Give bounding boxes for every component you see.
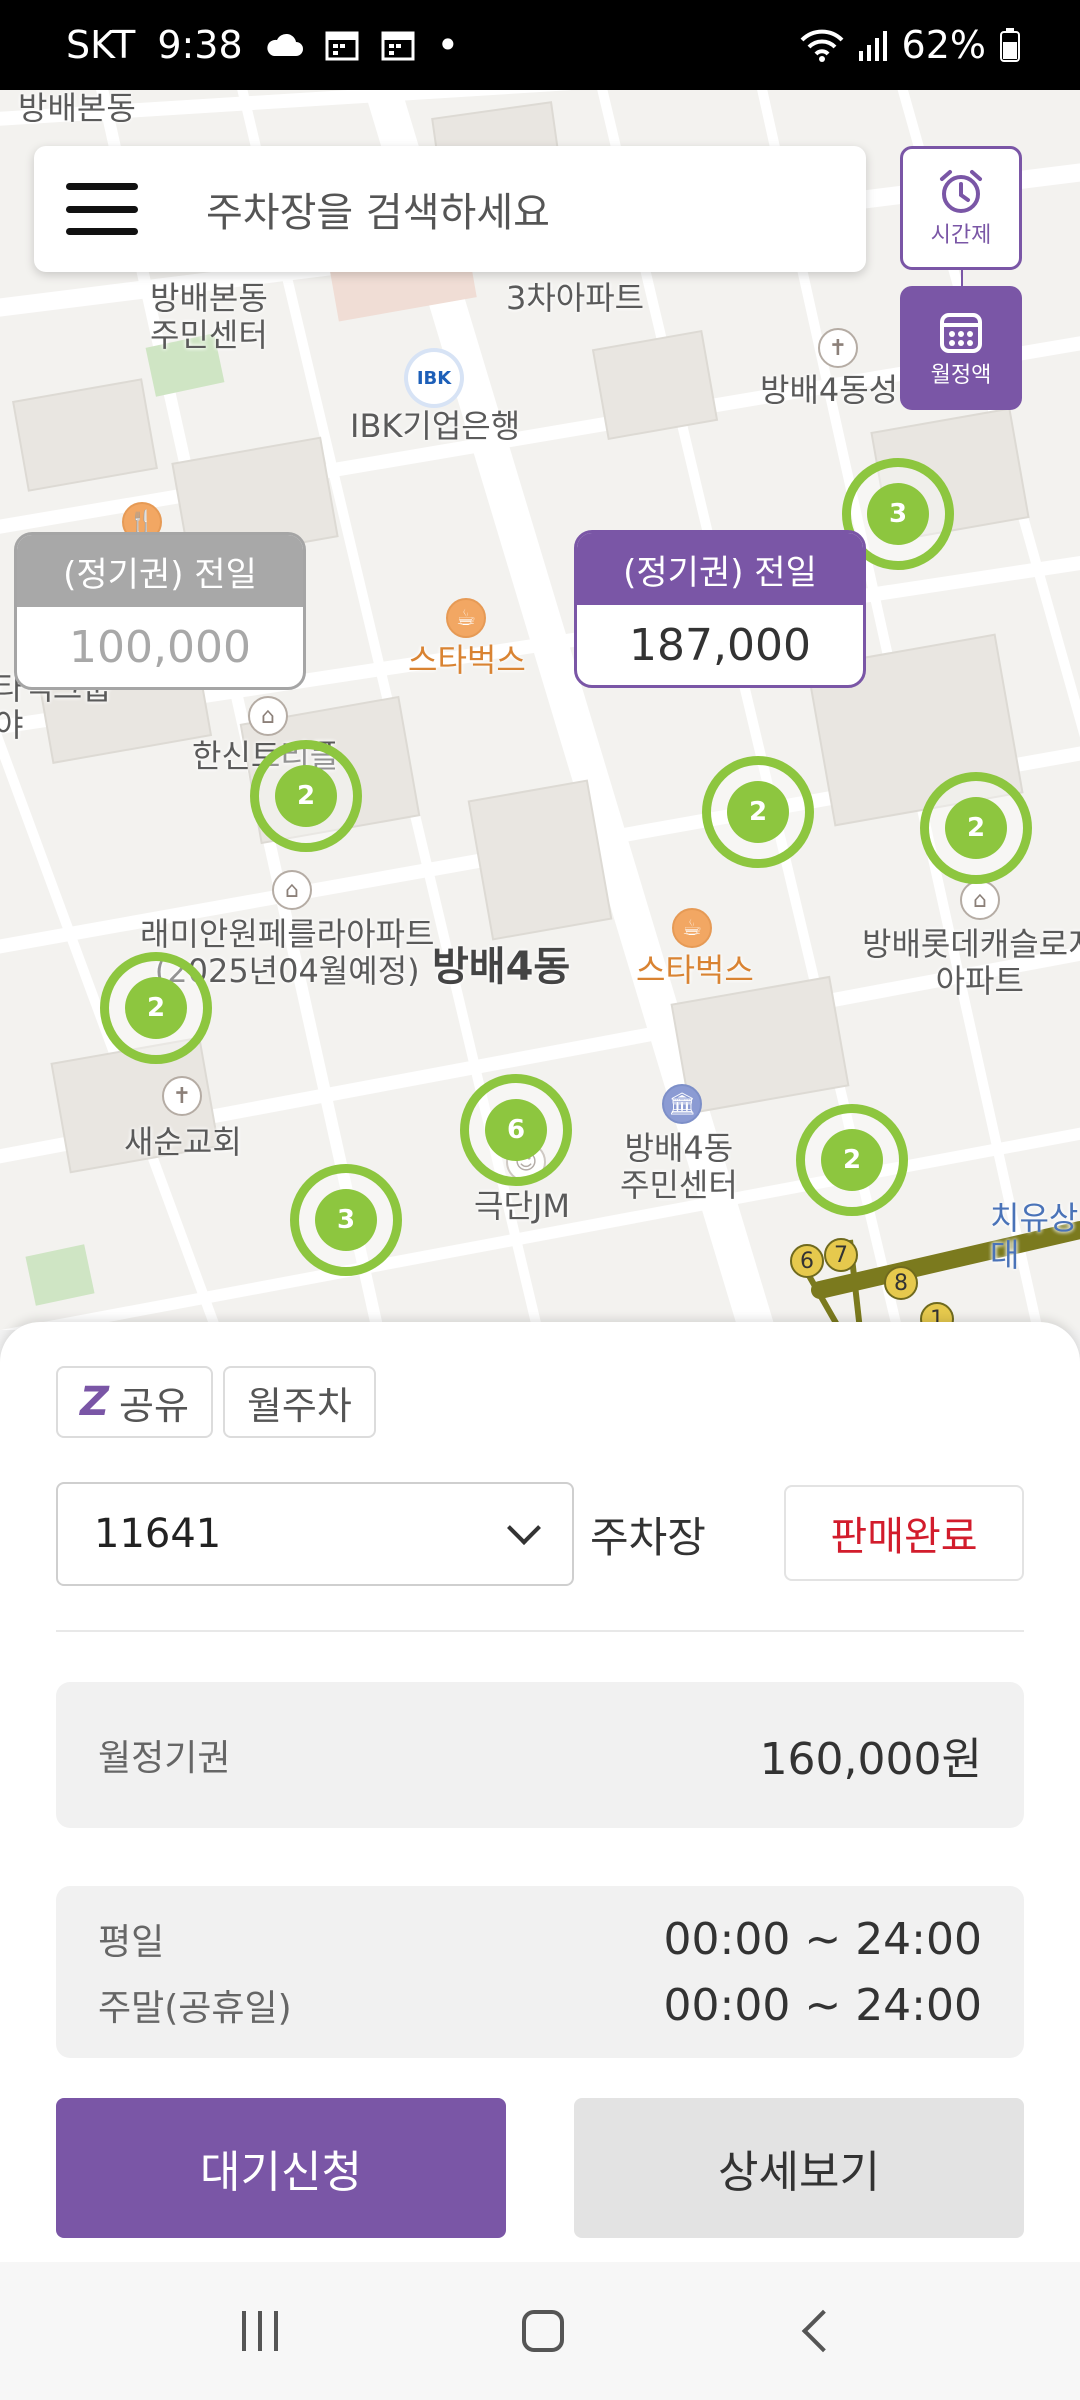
battery-icon xyxy=(1000,28,1020,62)
menu-icon[interactable] xyxy=(66,183,138,235)
signal-icon xyxy=(858,31,887,61)
map-label-lotte: 방배롯데캐슬로지 아파트 xyxy=(862,925,1080,1000)
map-label-ibk: IBK기업은행 xyxy=(350,407,521,445)
calendar-icon xyxy=(325,31,359,61)
price-marker[interactable]: (정기권) 전일 100,000 xyxy=(14,532,306,690)
weekday-label: 평일 xyxy=(98,1922,165,1963)
parking-cluster[interactable]: 2 xyxy=(920,772,1032,884)
parking-cluster[interactable]: 2 xyxy=(702,756,814,868)
map-label-chiyu: 치유상 대 xyxy=(990,1199,1079,1274)
monthly-pass-price: 160,000원 xyxy=(759,1734,982,1785)
monthly-parking-tag-label: 월주차 xyxy=(246,1383,352,1428)
chevron-down-icon xyxy=(507,1511,541,1545)
price-marker-title: (정기권) 전일 xyxy=(577,533,863,605)
price-marker-selected[interactable]: (정기권) 전일 187,000 xyxy=(574,530,866,688)
monthly-pass-info: 월정기권 160,000원 xyxy=(56,1682,1024,1828)
map-label-starbucks: 스타벅스 xyxy=(636,951,754,989)
map-label-saesun: 새순교회 xyxy=(124,1123,242,1161)
weekend-hours: 00:00 ~ 24:00 xyxy=(663,1979,982,2031)
lot-select[interactable]: 11641 xyxy=(56,1482,574,1586)
map-label-community-center-bottom: 방배4동 주민센터 xyxy=(620,1129,738,1204)
parking-cluster[interactable]: 2 xyxy=(100,952,212,1064)
monthly-pass-label: 월정기권 xyxy=(98,1738,231,1779)
battery-percent: 62% xyxy=(901,23,986,67)
search-bar[interactable]: 주차장을 검색하세요 xyxy=(34,146,866,272)
calendar-icon xyxy=(381,31,415,61)
parking-cluster[interactable]: 2 xyxy=(796,1104,908,1216)
cluster-count: 6 xyxy=(485,1099,547,1161)
map-label-bangbae4: 방배4동 xyxy=(432,944,571,990)
alarm-clock-icon xyxy=(940,170,982,213)
cluster-count: 2 xyxy=(125,977,187,1039)
apartment-icon: ⌂ xyxy=(960,880,1000,920)
monthly-parking-tag: 월주차 xyxy=(222,1366,376,1438)
cloud-icon xyxy=(267,33,303,56)
weekday-hours: 00:00 ~ 24:00 xyxy=(663,1913,982,1965)
government-office-icon: 🏛 xyxy=(662,1084,702,1124)
map-label-starbucks: 스타벅스 xyxy=(408,641,526,679)
parking-cluster[interactable]: 2 xyxy=(250,740,362,852)
price-marker-value: 187,000 xyxy=(629,619,811,671)
church-icon: ✝ xyxy=(818,328,858,368)
parking-cluster[interactable]: 3 xyxy=(290,1164,402,1276)
system-nav-bar xyxy=(0,2262,1080,2400)
church-icon: ✝ xyxy=(162,1076,202,1116)
cluster-count: 3 xyxy=(867,483,929,545)
search-input[interactable]: 주차장을 검색하세요 xyxy=(206,180,550,238)
map-view[interactable]: IBK ✝ 🍴 ☕ ⌂ ⌂ ☕ ⌂ ✝ 🏛 ☺ 방배본동 방배본동 주민센터 3… xyxy=(0,90,1080,1330)
cafe-icon[interactable]: ☕ xyxy=(672,908,712,948)
map-label-community-center-top: 방배본동 주민센터 xyxy=(150,279,268,354)
sold-out-badge: 판매완료 xyxy=(784,1485,1024,1581)
cluster-count: 3 xyxy=(315,1189,377,1251)
parking-cluster[interactable]: 6 xyxy=(460,1074,572,1186)
subway-exit-marker: 6 xyxy=(790,1244,824,1278)
hourly-toggle-label: 시간제 xyxy=(930,223,992,248)
price-marker-value: 100,000 xyxy=(69,621,251,673)
waitlist-button[interactable]: 대기신청 xyxy=(56,2098,506,2238)
calendar-icon xyxy=(940,313,982,353)
map-label-bangbae-bondong: 방배본동 xyxy=(18,90,136,127)
recent-apps-icon[interactable] xyxy=(242,2311,278,2351)
carrier-label: SKT xyxy=(66,23,136,67)
cafe-icon[interactable]: ☕ xyxy=(446,598,486,638)
subway-exit-marker: 7 xyxy=(824,1238,858,1272)
map-label-apt3: 3차아파트 xyxy=(506,279,645,317)
parking-detail-sheet: Z 공유 월주차 11641 주차장 판매완료 월정기권 160,000원 평일… xyxy=(0,1322,1080,2262)
price-marker-title: (정기권) 전일 xyxy=(17,535,303,607)
cluster-count: 2 xyxy=(945,797,1007,859)
notification-dot: • xyxy=(436,23,460,67)
wifi-icon xyxy=(800,29,843,62)
map-label-church: 방배4동성 xyxy=(760,371,899,409)
cluster-count: 2 xyxy=(821,1129,883,1191)
monthly-toggle-button[interactable]: 월정액 xyxy=(900,286,1022,410)
cluster-count: 2 xyxy=(275,765,337,827)
map-label-theater: 극단JM xyxy=(474,1187,570,1225)
clock-time: 9:38 xyxy=(157,23,243,67)
operating-hours-info: 평일 00:00 ~ 24:00 주말(공휴일) 00:00 ~ 24:00 xyxy=(56,1886,1024,2058)
share-tag-label: 공유 xyxy=(119,1383,189,1428)
apartment-icon: ⌂ xyxy=(272,870,312,910)
detail-button[interactable]: 상세보기 xyxy=(574,2098,1024,2238)
divider xyxy=(56,1630,1024,1632)
share-tag: Z 공유 xyxy=(56,1366,213,1438)
bank-icon[interactable]: IBK xyxy=(408,352,460,404)
hourly-toggle-button[interactable]: 시간제 xyxy=(900,146,1022,270)
subway-exit-marker: 8 xyxy=(884,1266,918,1300)
weekend-label: 주말(공휴일) xyxy=(98,1988,292,2029)
home-icon[interactable] xyxy=(522,2310,564,2352)
monthly-toggle-label: 월정액 xyxy=(930,363,992,388)
share-logo-icon: Z xyxy=(80,1379,110,1425)
cluster-count: 2 xyxy=(727,781,789,843)
lot-label: 주차장 xyxy=(590,1513,706,1562)
apartment-icon: ⌂ xyxy=(248,696,288,736)
lot-select-value: 11641 xyxy=(94,1511,222,1557)
status-bar: SKT 9:38 • 62% xyxy=(0,0,1080,90)
back-icon[interactable] xyxy=(801,2309,845,2353)
